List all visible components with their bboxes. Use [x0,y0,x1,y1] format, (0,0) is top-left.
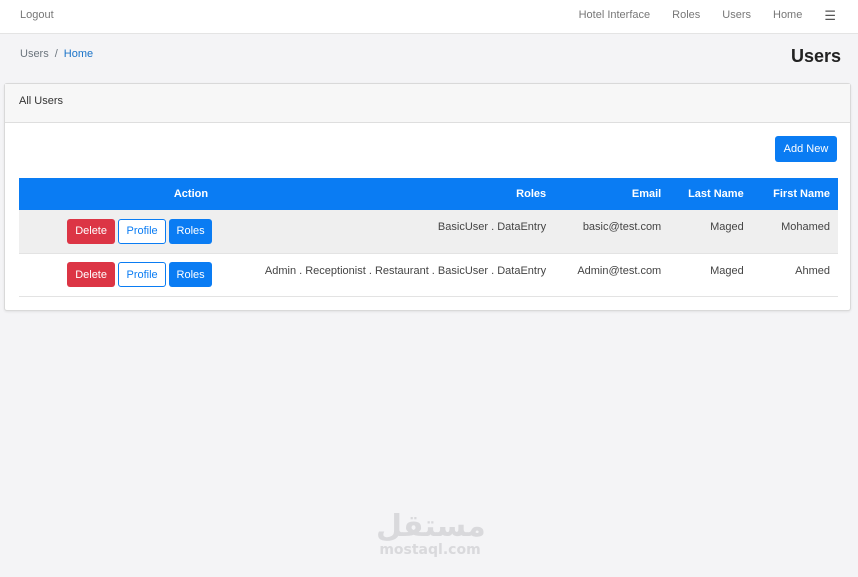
users-table: Action Roles Email Last Name First Name … [19,178,838,297]
column-header-first-name: First Name [773,188,830,200]
nav-item-users[interactable]: Users [722,9,751,21]
users-card: All Users Add New Action Roles Email Las… [4,83,851,311]
cell-email: basic@test.com [582,221,662,233]
nav-item-hotel-interface[interactable]: Hotel Interface [579,9,651,21]
nav-item-home[interactable]: Home [773,9,802,21]
table-row: Delete Profile Roles Admin . Receptionis… [19,253,838,296]
watermark-arabic-text: مستقل [376,509,486,544]
delete-button[interactable]: Delete [67,218,116,244]
delete-button[interactable]: Delete [67,262,116,287]
nav-item-roles[interactable]: Roles [672,9,700,21]
cell-email: Admin@test.com [577,264,662,277]
breadcrumb: Users / Home [20,48,93,60]
cell-first-name: Ahmed [795,264,830,277]
breadcrumb-home-link[interactable]: Home [64,48,93,60]
mostaql-watermark: مستقل mostaql.com [376,509,486,559]
table-row: Delete Profile Roles BasicUser . DataEnt… [19,210,838,253]
roles-button[interactable]: Roles [169,262,213,287]
watermark-latin-text: mostaql.com [379,542,481,558]
column-header-roles: Roles [516,188,547,200]
top-navbar: Logout Hotel Interface Roles Users Home … [0,0,858,34]
column-header-action: Action [173,188,209,200]
table-header-row: Action Roles Email Last Name First Name [19,178,838,210]
cell-last-name: Maged [710,221,744,233]
nav-menu: Hotel Interface Roles Users Home ☰ [579,9,836,22]
cell-roles: BasicUser . DataEntry [437,221,547,233]
card-header: All Users [5,84,850,123]
page-title: Users [790,46,841,66]
cell-last-name: Maged [710,264,744,277]
row-actions: Delete Profile Roles [19,210,216,253]
roles-button[interactable]: Roles [169,218,213,244]
logout-link[interactable]: Logout [20,9,54,21]
column-header-email: Email [631,188,662,200]
profile-button[interactable]: Profile [118,262,167,287]
cell-first-name: Mohamed [781,221,830,233]
add-new-button[interactable]: Add New [775,136,837,162]
row-actions: Delete Profile Roles [19,253,216,296]
hamburger-menu-icon[interactable]: ☰ [824,9,836,22]
breadcrumb-users: Users [20,48,49,60]
column-header-last-name: Last Name [688,188,744,200]
profile-button[interactable]: Profile [118,218,167,244]
cell-roles: Admin . Receptionist . Restaurant . Basi… [264,264,547,277]
breadcrumb-separator: / [54,48,58,60]
